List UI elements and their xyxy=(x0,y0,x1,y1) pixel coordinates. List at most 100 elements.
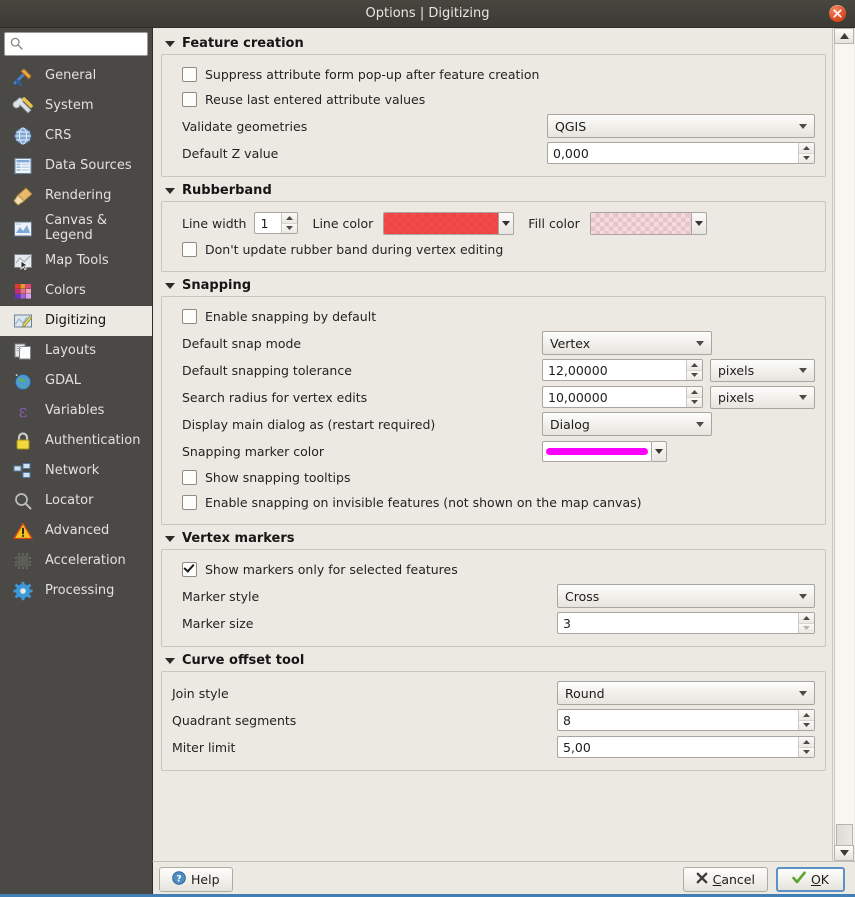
checkbox-box xyxy=(182,495,197,510)
enable-snapping-checkbox[interactable]: Enable snapping by default xyxy=(172,304,815,329)
show-snapping-tooltips-checkbox[interactable]: Show snapping tooltips xyxy=(172,465,815,490)
chevron-down-icon xyxy=(165,41,175,47)
marker-size-stepper[interactable]: 3 xyxy=(557,612,815,634)
sidebar-item-data-sources[interactable]: Data Sources xyxy=(0,151,152,181)
spin-down-icon[interactable] xyxy=(687,397,702,408)
group-vertex-markers: Vertex markers Show markers only for sel… xyxy=(161,531,826,647)
line-color-button[interactable] xyxy=(383,212,514,235)
display-main-dialog-combo[interactable]: Dialog xyxy=(542,412,712,436)
sidebar-item-network[interactable]: Network xyxy=(0,456,152,486)
group-vertex-markers-header[interactable]: Vertex markers xyxy=(161,531,826,549)
enable-snapping-invisible-features-checkbox[interactable]: Enable snapping on invisible features (n… xyxy=(172,490,815,515)
spin-up-icon[interactable] xyxy=(687,387,702,397)
scrollbar-track[interactable] xyxy=(834,44,854,845)
sidebar-item-map-tools[interactable]: Map Tools xyxy=(0,246,152,276)
join-style-combo[interactable]: Round xyxy=(557,681,815,705)
svg-text:?: ? xyxy=(176,875,181,885)
search-box[interactable] xyxy=(4,32,148,56)
chevron-down-icon[interactable] xyxy=(499,212,514,235)
group-snapping-header[interactable]: Snapping xyxy=(161,278,826,296)
globe-grid-icon xyxy=(10,124,36,148)
spin-down-icon[interactable] xyxy=(799,153,814,164)
spin-arrows[interactable] xyxy=(798,710,814,730)
sidebar-item-system[interactable]: System xyxy=(0,91,152,121)
search-radius-unit-combo[interactable]: pixels xyxy=(710,386,815,409)
chevron-down-icon[interactable] xyxy=(692,212,707,235)
suppress-attribute-form-checkbox[interactable]: Suppress attribute form pop-up after fea… xyxy=(172,62,815,87)
sidebar-item-label: Digitizing xyxy=(45,314,106,329)
spin-up-icon[interactable] xyxy=(799,613,814,623)
validate-geometries-combo[interactable]: QGIS xyxy=(547,114,815,138)
paintbrush-icon xyxy=(10,184,36,208)
checkbox-box xyxy=(182,67,197,82)
vertical-scrollbar[interactable] xyxy=(832,28,855,861)
spin-up-icon[interactable] xyxy=(282,213,297,223)
marker-style-combo[interactable]: Cross xyxy=(557,584,815,608)
dont-update-rubberband-checkbox[interactable]: Don't update rubber band during vertex e… xyxy=(172,237,815,262)
fill-color-button[interactable] xyxy=(590,212,707,235)
search-radius-stepper[interactable]: 10,00000 xyxy=(542,386,703,408)
spin-down-icon[interactable] xyxy=(799,747,814,758)
sidebar-item-advanced[interactable]: Advanced xyxy=(0,516,152,546)
spin-down-icon[interactable] xyxy=(799,720,814,731)
search-input[interactable] xyxy=(27,33,144,55)
spin-arrows[interactable] xyxy=(798,613,814,633)
sidebar-item-gdal[interactable]: GDAL xyxy=(0,366,152,396)
combo-value: Dialog xyxy=(550,417,590,432)
spin-up-icon[interactable] xyxy=(799,143,814,153)
default-z-value-stepper[interactable]: 0,000 xyxy=(547,142,815,164)
map-cursor-icon xyxy=(10,249,36,273)
spin-arrows[interactable] xyxy=(686,360,702,380)
show-markers-selected-features-checkbox[interactable]: Show markers only for selected features xyxy=(172,557,815,582)
spin-up-icon[interactable] xyxy=(799,737,814,747)
sidebar-item-crs[interactable]: CRS xyxy=(0,121,152,151)
spin-down-icon[interactable] xyxy=(687,370,702,381)
sidebar-item-canvas-legend[interactable]: Canvas & Legend xyxy=(0,211,152,246)
group-rubberband-header[interactable]: Rubberband xyxy=(161,183,826,201)
sidebar-item-authentication[interactable]: Authentication xyxy=(0,426,152,456)
spin-up-icon[interactable] xyxy=(799,710,814,720)
snapping-marker-color-label: Snapping marker color xyxy=(172,444,542,459)
reuse-last-values-checkbox[interactable]: Reuse last entered attribute values xyxy=(172,87,815,112)
group-feature-creation-header[interactable]: Feature creation xyxy=(161,36,826,54)
ok-button[interactable]: OK xyxy=(776,867,845,892)
spin-up-icon[interactable] xyxy=(687,360,702,370)
help-button[interactable]: ? Help xyxy=(159,867,233,892)
sidebar-item-colors[interactable]: Colors xyxy=(0,276,152,306)
spin-arrows[interactable] xyxy=(798,143,814,163)
rubberband-colors-row: Line width 1 xyxy=(172,210,815,236)
quadrant-segments-stepper[interactable]: 8 xyxy=(557,709,815,731)
line-width-stepper[interactable]: 1 xyxy=(254,212,298,234)
snapping-marker-color-button[interactable] xyxy=(542,441,667,462)
default-snapping-tolerance-stepper[interactable]: 12,00000 xyxy=(542,359,703,381)
sidebar-item-layouts[interactable]: Layouts xyxy=(0,336,152,366)
sidebar-item-general[interactable]: General xyxy=(0,61,152,91)
default-snapping-tolerance-unit-combo[interactable]: pixels xyxy=(710,359,815,382)
spin-down-icon[interactable] xyxy=(282,223,297,234)
sidebar-item-rendering[interactable]: Rendering xyxy=(0,181,152,211)
spin-arrows[interactable] xyxy=(686,387,702,407)
digitizing-pencil-map-icon xyxy=(10,309,36,333)
sidebar-item-acceleration[interactable]: Acceleration xyxy=(0,546,152,576)
sidebar-item-variables[interactable]: ε Variables xyxy=(0,396,152,426)
cancel-button[interactable]: Cancel xyxy=(683,867,768,892)
default-snap-mode-combo[interactable]: Vertex xyxy=(542,331,712,355)
sidebar-item-locator[interactable]: Locator xyxy=(0,486,152,516)
table-list-icon xyxy=(10,154,36,178)
checkbox-box xyxy=(182,562,197,577)
spin-arrows[interactable] xyxy=(281,213,297,233)
chevron-down-icon xyxy=(165,283,175,289)
group-title-label: Feature creation xyxy=(182,36,304,51)
scroll-down-icon[interactable] xyxy=(834,845,854,861)
miter-limit-stepper[interactable]: 5,00 xyxy=(557,736,815,758)
cross-icon xyxy=(696,872,708,887)
spin-down-icon[interactable] xyxy=(799,623,814,634)
group-curve-offset-header[interactable]: Curve offset tool xyxy=(161,653,826,671)
spin-arrows[interactable] xyxy=(798,737,814,757)
close-icon[interactable] xyxy=(829,5,846,22)
checkbox-box xyxy=(182,309,197,324)
sidebar-item-processing[interactable]: Processing xyxy=(0,576,152,606)
scroll-up-icon[interactable] xyxy=(834,28,854,44)
sidebar-item-digitizing[interactable]: Digitizing xyxy=(0,306,152,336)
chevron-down-icon[interactable] xyxy=(652,441,667,462)
